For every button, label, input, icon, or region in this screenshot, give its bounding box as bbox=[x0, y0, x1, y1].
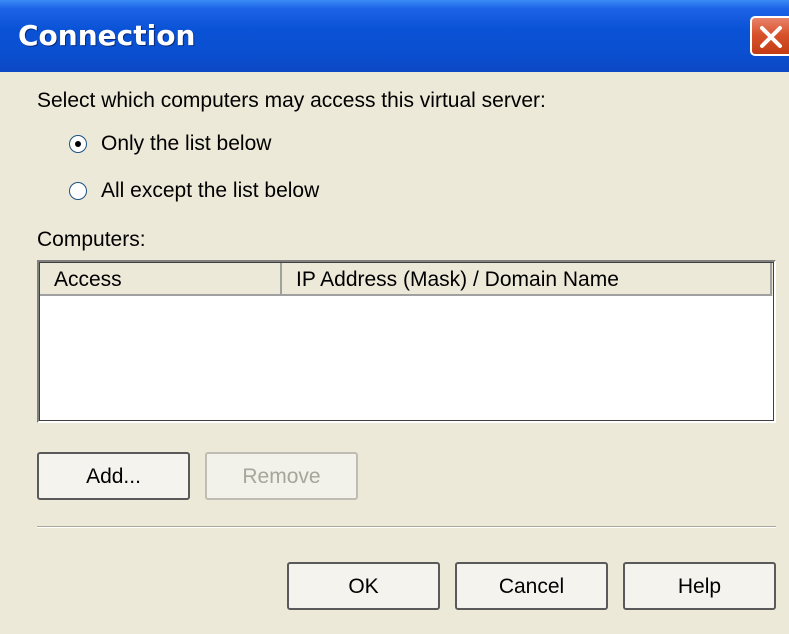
close-button[interactable] bbox=[750, 16, 789, 56]
cancel-button[interactable]: Cancel bbox=[455, 562, 608, 610]
radio-dot bbox=[75, 141, 81, 147]
column-header-ip-address[interactable]: IP Address (Mask) / Domain Name bbox=[282, 263, 772, 296]
title-bar[interactable]: Connection bbox=[0, 0, 789, 72]
help-button[interactable]: Help bbox=[623, 562, 776, 610]
separator bbox=[37, 526, 776, 528]
computers-label: Computers: bbox=[37, 228, 146, 251]
close-icon bbox=[760, 26, 782, 48]
radio-all-except-label[interactable]: All except the list below bbox=[101, 178, 319, 204]
radio-only-list-label[interactable]: Only the list below bbox=[101, 131, 271, 157]
radio-button-selected[interactable] bbox=[69, 135, 87, 153]
add-button[interactable]: Add... bbox=[37, 452, 190, 500]
computers-list[interactable]: Access IP Address (Mask) / Domain Name bbox=[37, 260, 776, 423]
ok-button[interactable]: OK bbox=[287, 562, 440, 610]
radio-button-unselected[interactable] bbox=[69, 182, 87, 200]
connection-dialog: Connection Select which computers may ac… bbox=[0, 0, 789, 634]
remove-button[interactable]: Remove bbox=[205, 452, 358, 500]
column-header-access[interactable]: Access bbox=[40, 263, 282, 296]
window-title: Connection bbox=[18, 19, 196, 52]
access-prompt: Select which computers may access this v… bbox=[37, 89, 546, 112]
list-header: Access IP Address (Mask) / Domain Name bbox=[40, 263, 773, 296]
dialog-body: Select which computers may access this v… bbox=[0, 72, 789, 634]
